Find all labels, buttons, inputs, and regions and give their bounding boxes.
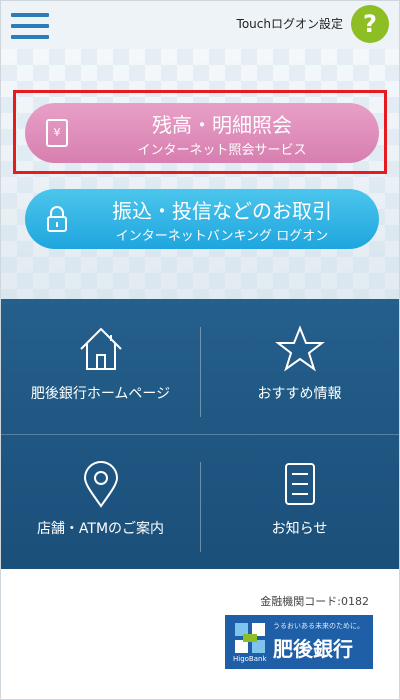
yen-receipt-icon: ¥	[46, 119, 68, 147]
bank-logo-mark-icon	[235, 623, 265, 653]
home-icon	[79, 327, 122, 370]
help-button[interactable]: ?	[351, 5, 389, 43]
transfer-transaction-title: 振込・投信などのお取引	[112, 199, 332, 223]
transfer-transaction-button[interactable]: 振込・投信などのお取引 インターネットバンキング ログオン	[25, 189, 379, 249]
grid-item-label: おすすめ情報	[257, 386, 342, 402]
map-pin-icon	[83, 461, 118, 508]
star-icon	[274, 325, 325, 372]
app-frame: Touchログオン設定 ? ¥ 残高・明細照会 インターネット照会サービス 振込…	[0, 0, 400, 700]
menu-icon[interactable]	[11, 11, 51, 41]
footer: 金融機関コード:0182 うるおいある未来のために。 肥後銀行 HigoBank	[1, 569, 399, 699]
bank-name: 肥後銀行	[273, 637, 353, 661]
grid-item-label: 肥後銀行ホームページ	[30, 386, 171, 402]
institution-code: 金融機関コード:0182	[260, 595, 369, 608]
transfer-transaction-subtitle: インターネットバンキング ログオン	[115, 229, 329, 244]
grid-item-homepage[interactable]: 肥後銀行ホームページ	[1, 299, 200, 434]
balance-inquiry-subtitle: インターネット照会サービス	[137, 143, 307, 158]
grid-item-notices[interactable]: お知らせ	[200, 434, 399, 569]
header: Touchログオン設定 ?	[1, 1, 399, 49]
menu-grid: 肥後銀行ホームページ おすすめ情報 店舗・ATMのご案内 お知らせ	[1, 299, 399, 569]
balance-inquiry-button[interactable]: ¥ 残高・明細照会 インターネット照会サービス	[25, 103, 379, 163]
grid-item-label: 店舗・ATMのご案内	[36, 521, 165, 537]
bank-name-en: HigoBank	[233, 655, 267, 663]
touch-logon-settings-link[interactable]: Touchログオン設定	[237, 15, 343, 32]
svg-text:¥: ¥	[54, 126, 61, 139]
grid-item-recommended[interactable]: おすすめ情報	[200, 299, 399, 434]
bank-logo: うるおいある未来のために。 肥後銀行 HigoBank	[225, 615, 373, 669]
grid-item-branch-atm[interactable]: 店舗・ATMのご案内	[1, 434, 200, 569]
balance-inquiry-title: 残高・明細照会	[152, 113, 292, 137]
hero-area	[1, 49, 399, 299]
lock-icon	[47, 206, 67, 232]
notice-icon	[284, 463, 315, 505]
grid-item-label: お知らせ	[271, 521, 328, 537]
bank-tagline: うるおいある未来のために。	[273, 622, 364, 630]
